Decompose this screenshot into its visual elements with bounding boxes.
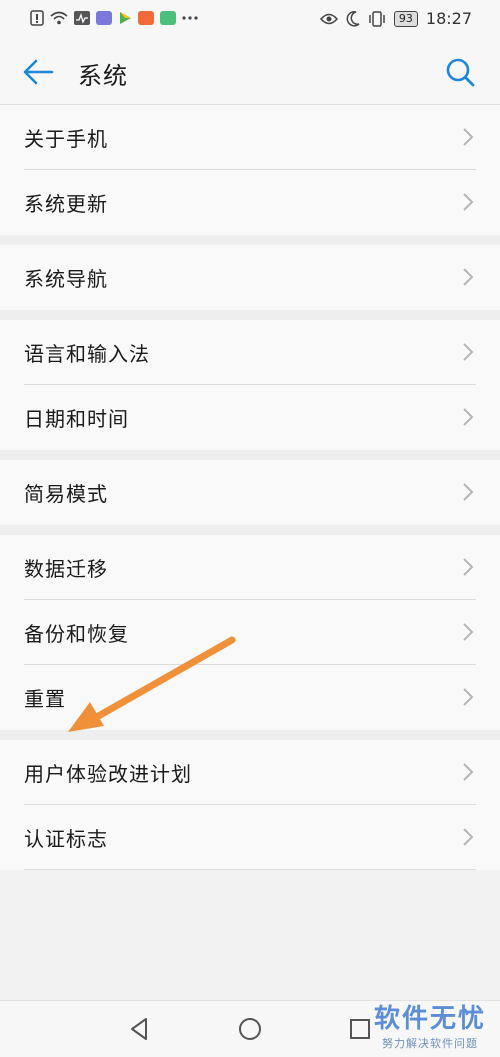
- square-recent-icon[interactable]: [346, 1015, 374, 1043]
- menu-item-label: 数据迁移: [24, 557, 108, 581]
- more-icon: [182, 16, 198, 20]
- status-left-icons: [30, 10, 198, 26]
- chevron-right-icon: [463, 558, 474, 576]
- watermark-main: 软件无忧: [373, 1004, 486, 1034]
- settings-list: 关于手机 系统更新 系统导航 语言和输入法 日期和时间 简易模式 数据迁移 备份…: [0, 105, 500, 870]
- menu-item-label: 关于手机: [24, 127, 108, 151]
- menu-item-label: 用户体验改进计划: [24, 762, 192, 786]
- chevron-right-icon: [463, 763, 474, 781]
- menu-item-backup-restore[interactable]: 备份和恢复: [0, 600, 500, 665]
- chevron-right-icon: [463, 623, 474, 641]
- back-arrow-icon[interactable]: [22, 56, 56, 88]
- menu-item-system-update[interactable]: 系统更新: [0, 170, 500, 235]
- menu-item-data-migration[interactable]: 数据迁移: [0, 535, 500, 600]
- menu-item-label: 系统更新: [24, 192, 108, 216]
- alert-icon: [30, 10, 44, 26]
- menu-item-label: 认证标志: [24, 827, 108, 851]
- wifi-icon: [50, 11, 68, 25]
- chevron-right-icon: [463, 128, 474, 146]
- group-divider: [0, 235, 500, 245]
- menu-item-label: 备份和恢复: [24, 622, 129, 646]
- battery-indicator: 93: [393, 10, 418, 27]
- chevron-right-icon: [463, 688, 474, 706]
- menu-item-label: 系统导航: [24, 267, 108, 291]
- watermark-sub: 努力解决软件问题: [381, 1037, 478, 1050]
- status-bar: 93 18:27: [0, 0, 500, 40]
- menu-item-about-phone[interactable]: 关于手机: [0, 105, 500, 170]
- status-time: 18:27: [425, 9, 472, 28]
- menu-item-label: 重置: [24, 687, 66, 711]
- settings-group: 简易模式: [0, 460, 500, 525]
- settings-group: 语言和输入法 日期和时间: [0, 320, 500, 450]
- page-title: 系统: [78, 62, 128, 90]
- activity-icon: [74, 11, 90, 25]
- menu-item-reset[interactable]: 重置: [0, 665, 500, 730]
- moon-icon: [346, 10, 360, 26]
- app-icon-2: [138, 11, 154, 25]
- eye-icon: [319, 13, 338, 24]
- menu-item-user-experience[interactable]: 用户体验改进计划: [0, 740, 500, 805]
- settings-group: 用户体验改进计划 认证标志: [0, 740, 500, 870]
- chevron-right-icon: [463, 828, 474, 846]
- group-divider: [0, 525, 500, 535]
- settings-group: 关于手机 系统更新: [0, 105, 500, 235]
- menu-item-certification[interactable]: 认证标志: [0, 805, 500, 870]
- chevron-right-icon: [463, 268, 474, 286]
- status-right-icons: 93 18:27: [319, 9, 472, 28]
- group-divider: [0, 310, 500, 320]
- app-header: 系统: [0, 40, 500, 105]
- group-divider: [0, 450, 500, 460]
- circle-home-icon[interactable]: [236, 1015, 264, 1043]
- chevron-right-icon: [463, 343, 474, 361]
- app-icon-1: [96, 11, 112, 25]
- triangle-back-icon[interactable]: [126, 1015, 154, 1043]
- menu-item-label: 日期和时间: [24, 407, 129, 431]
- watermark: 软件无忧 努力解决软件问题: [374, 998, 486, 1051]
- settings-group: 数据迁移 备份和恢复 重置: [0, 535, 500, 730]
- menu-item-system-navigation[interactable]: 系统导航: [0, 245, 500, 310]
- chevron-right-icon: [463, 408, 474, 426]
- menu-item-label: 简易模式: [24, 482, 108, 506]
- settings-group: 系统导航: [0, 245, 500, 310]
- vibrate-icon: [369, 10, 385, 27]
- menu-item-language-input[interactable]: 语言和输入法: [0, 320, 500, 385]
- menu-item-label: 语言和输入法: [24, 342, 150, 366]
- menu-item-date-time[interactable]: 日期和时间: [0, 385, 500, 450]
- chevron-right-icon: [463, 193, 474, 211]
- group-divider: [0, 730, 500, 740]
- chevron-right-icon: [463, 483, 474, 501]
- menu-item-simple-mode[interactable]: 简易模式: [0, 460, 500, 525]
- play-icon: [120, 12, 131, 24]
- search-icon[interactable]: [444, 56, 476, 88]
- app-icon-3: [160, 11, 176, 25]
